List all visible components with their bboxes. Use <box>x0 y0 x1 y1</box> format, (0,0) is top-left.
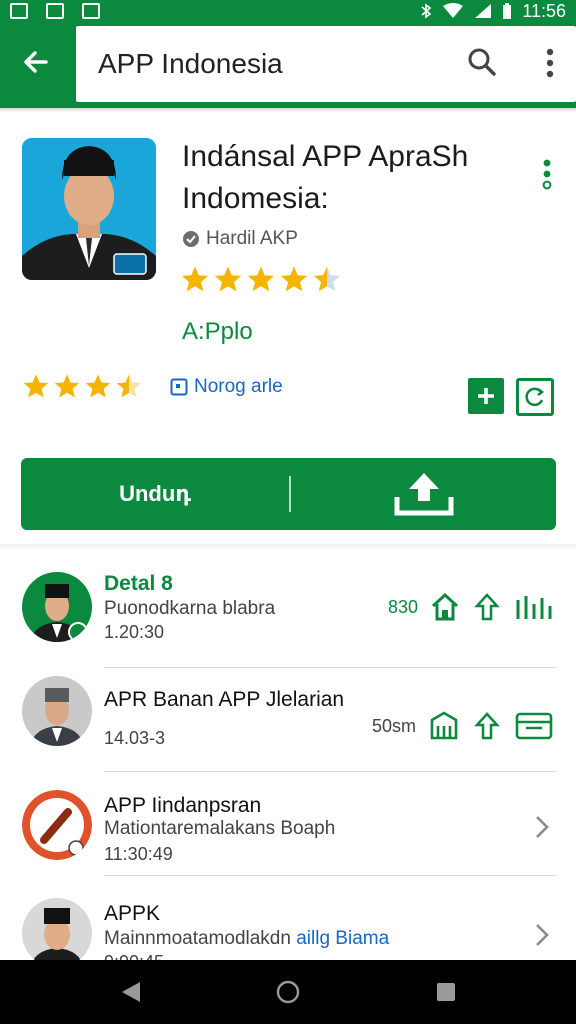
add-wishlist-button[interactable] <box>468 378 504 414</box>
list-item-subtitle: Puonodkarna blabra <box>104 598 276 619</box>
list-item-title: Detal 8 <box>104 572 173 595</box>
list-item-title: APPK <box>104 902 161 925</box>
search-query-text: APP Indonesia <box>98 48 283 79</box>
avatar <box>22 572 92 642</box>
signal-icon <box>475 4 492 18</box>
building-icon[interactable] <box>428 710 460 742</box>
avatar <box>22 676 92 746</box>
app-screen: 11:56 APP Indonesia Indánsal APP ApraSh … <box>0 0 576 1024</box>
category-icon <box>170 378 188 396</box>
image-notification-icon <box>46 3 64 19</box>
app-icon <box>22 138 156 280</box>
install-label: Unduդ <box>119 481 191 506</box>
list-item[interactable]: APP Iindanpsran Mationtaremalakans Boaph… <box>0 772 576 876</box>
chevron-right-icon[interactable] <box>534 922 550 948</box>
calendar-icon[interactable] <box>514 710 554 742</box>
chevron-right-icon[interactable] <box>534 814 550 840</box>
wifi-icon <box>443 3 464 18</box>
bluetooth-icon <box>421 3 432 19</box>
upload-icon <box>394 473 453 516</box>
nav-back-icon[interactable] <box>120 980 142 1004</box>
genre-label: Norog arle <box>194 376 283 397</box>
genre-link[interactable]: Norog arle <box>170 376 283 398</box>
star-icon <box>280 266 308 292</box>
list-item-subtitle-text: Mainnmoatamodlakdn <box>104 928 291 949</box>
list-item[interactable]: APR Banan APP Jlelarian 14.03-3 50sm <box>0 668 576 772</box>
download-notification-icon <box>82 3 100 19</box>
nav-recent-icon[interactable] <box>436 982 456 1002</box>
arrow-up-icon[interactable] <box>472 711 502 741</box>
install-button[interactable]: Unduդ <box>21 458 556 530</box>
share-button[interactable] <box>516 378 554 416</box>
secondary-rating-stars <box>22 372 143 400</box>
star-icon <box>214 266 242 292</box>
upload-button[interactable] <box>291 471 556 517</box>
battery-icon <box>503 3 512 19</box>
nav-home-icon[interactable] <box>276 980 300 1004</box>
star-half-icon <box>116 374 142 398</box>
list-item-link[interactable]: aillg Biama <box>296 928 389 949</box>
list-item-count: 50sm <box>371 715 416 736</box>
back-button[interactable] <box>14 40 58 84</box>
system-nav-bar <box>0 960 576 1024</box>
list-item[interactable]: Detal 8 Puonodkarna blabra 1.20:30 830 <box>0 564 576 668</box>
avatar <box>22 790 92 860</box>
list-item-subtitle: Mationtaremalakans Boaph <box>104 818 336 839</box>
plus-icon <box>478 388 494 404</box>
list-item-subtitle: Mainnmoatamodlakdn aillg Biama <box>104 928 389 950</box>
list-item-actions: 50sm <box>372 710 554 742</box>
toolbar-shadow <box>0 108 576 112</box>
stats-icon[interactable] <box>514 592 554 622</box>
avatar <box>22 898 92 968</box>
age-rating: A:Pplo <box>182 318 253 345</box>
arrow-left-icon <box>24 51 48 73</box>
notification-icon <box>10 3 28 19</box>
app-overflow-icon[interactable] <box>542 158 552 190</box>
list-item-time: 11:30:49 <box>104 844 173 864</box>
refresh-icon <box>525 387 545 407</box>
star-icon <box>23 374 49 398</box>
star-icon <box>54 374 80 398</box>
app-rating-stars <box>180 264 342 294</box>
app-title: Indánsal APP ApraSh Indomesia: <box>182 140 469 215</box>
list-item-time: 1.20:30 <box>104 622 165 642</box>
list-item-actions: 830 <box>388 592 554 622</box>
star-half-icon <box>313 266 341 292</box>
arrow-up-icon[interactable] <box>472 592 502 622</box>
list-shadow <box>0 544 576 550</box>
list-item-title: APR Banan APP Jlelarian <box>104 688 345 711</box>
status-time: 11:56 <box>522 0 566 21</box>
list-item-time: 14.03-3 <box>104 728 166 748</box>
list-item-count: 830 <box>387 596 418 617</box>
developer-name: Hardil AKP <box>206 228 298 249</box>
star-icon <box>85 374 111 398</box>
star-icon <box>247 266 275 292</box>
search-icon[interactable] <box>466 46 498 78</box>
verified-icon <box>183 231 199 247</box>
more-vert-icon[interactable] <box>546 48 554 78</box>
home-icon[interactable] <box>430 592 460 622</box>
list-item-title: APP Iindanpsran <box>104 794 262 817</box>
star-icon <box>181 266 209 292</box>
search-bar[interactable]: APP Indonesia <box>76 26 576 102</box>
status-bar: 11:56 <box>0 0 576 22</box>
developer-row[interactable]: Hardil AKP <box>182 228 298 250</box>
toolbar: APP Indonesia <box>0 22 576 108</box>
